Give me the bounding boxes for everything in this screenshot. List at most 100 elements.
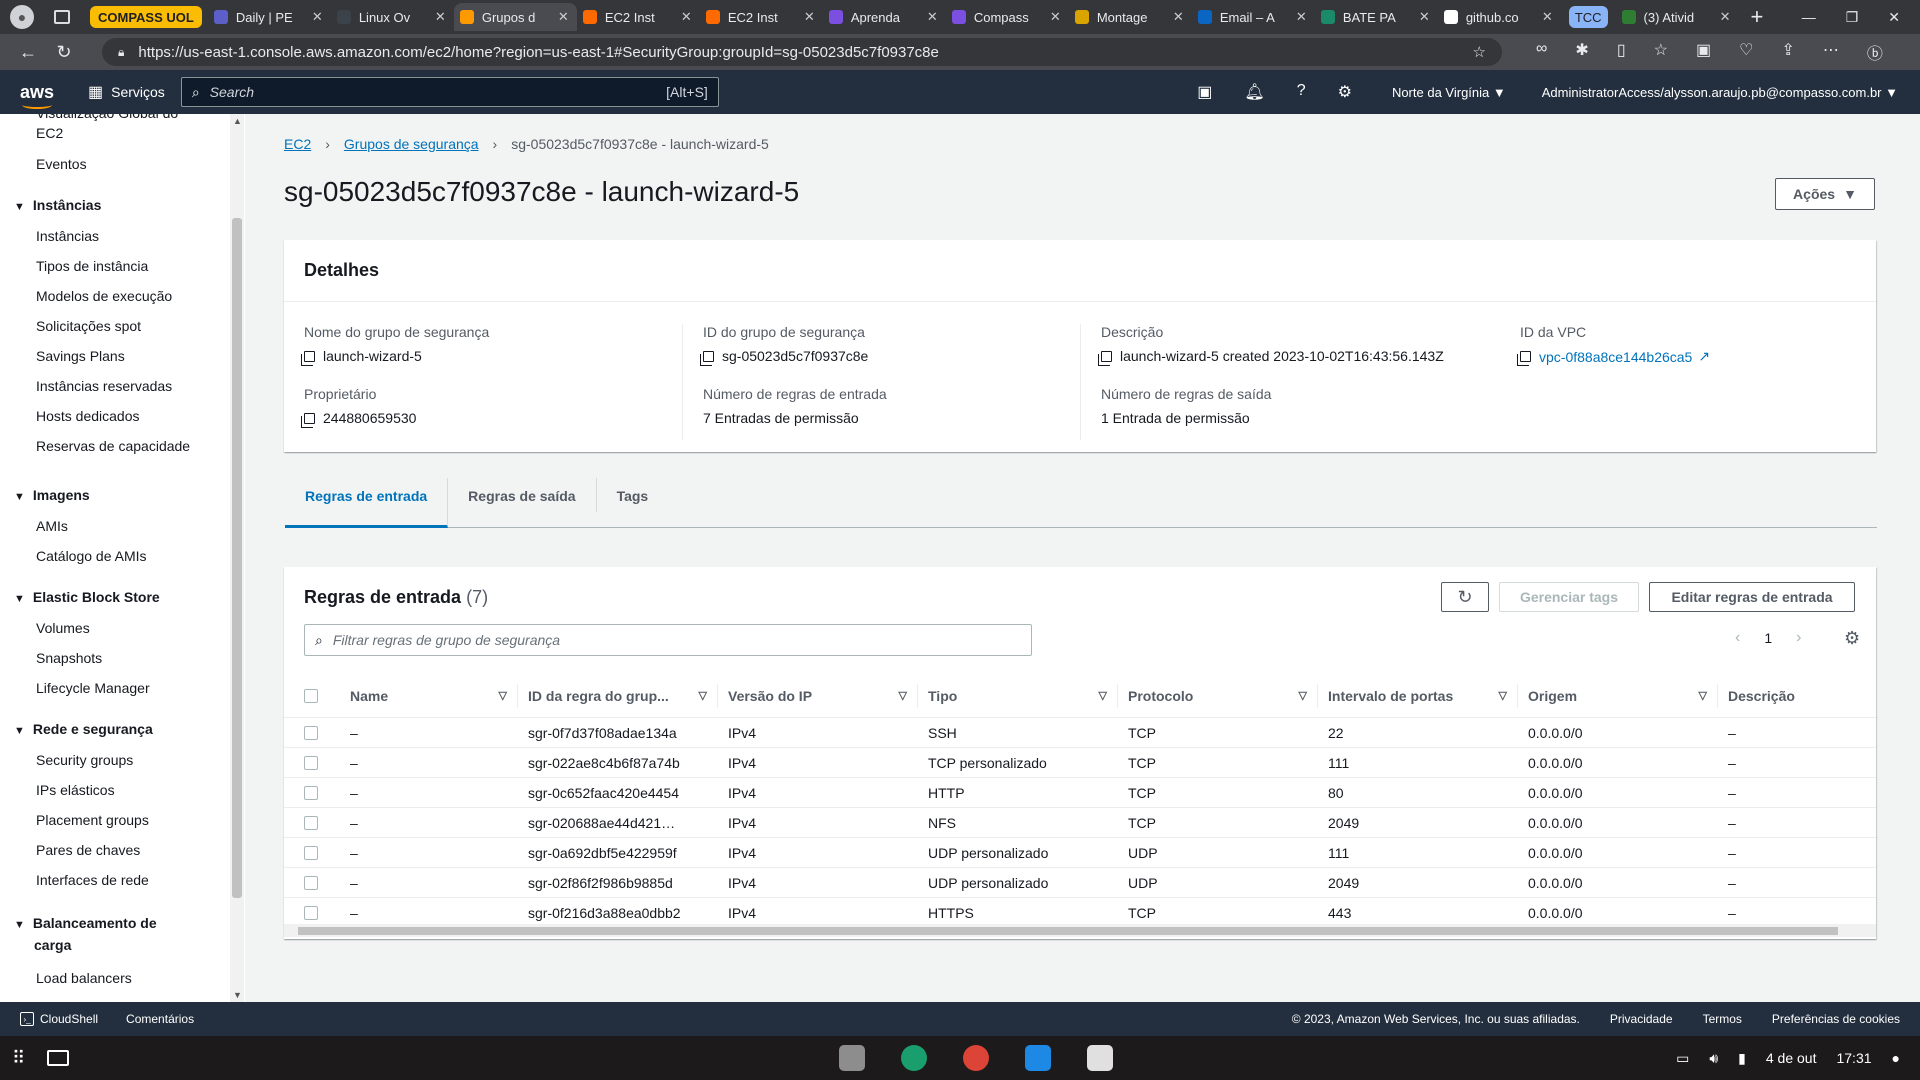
table-horizontal-scrollbar[interactable] — [284, 924, 1876, 937]
browser-tab[interactable]: (3) Ativid ✕ — [1616, 3, 1739, 31]
volume-icon[interactable]: 🔊︎ — [1709, 1050, 1718, 1067]
tab-close-icon[interactable]: ✕ — [1173, 9, 1184, 25]
sidebar-item[interactable]: Placement groups — [36, 812, 149, 828]
browser-tab[interactable]: Linux Ov ✕ — [331, 3, 454, 31]
sidebar-item[interactable]: Reservas de capacidade — [36, 438, 190, 454]
browser-tab[interactable]: Email – A ✕ — [1192, 3, 1315, 31]
settings-gear-icon[interactable]: ⚙ — [1338, 82, 1352, 102]
aws-logo[interactable]: aws — [20, 82, 60, 109]
cookie-preferences-link[interactable]: Preferências de cookies — [1772, 1012, 1900, 1026]
row-checkbox[interactable] — [304, 845, 318, 860]
column-header[interactable]: Descrição — [1718, 684, 1876, 708]
sidebar-item[interactable]: carga — [34, 937, 71, 953]
tab-close-icon[interactable]: ✕ — [558, 9, 569, 25]
reload-icon[interactable]: ↻ — [46, 42, 82, 63]
browser-tab[interactable]: BATE PA ✕ — [1315, 3, 1438, 31]
manage-tags-button[interactable]: Gerenciar tags — [1499, 582, 1639, 612]
display-icon[interactable]: ▭ — [1676, 1050, 1689, 1067]
table-row[interactable]: – sgr-022ae8c4b6f87a74b IPv4 TCP personaliz… — [284, 748, 1876, 778]
table-row[interactable]: – sgr-0a692dbf5e422959f IPv4 UDP personaliz… — [284, 838, 1876, 868]
help-icon[interactable]: ? — [1297, 82, 1306, 102]
tab-close-icon[interactable]: ✕ — [804, 9, 815, 25]
browser-tab[interactable]: Montage ✕ — [1069, 3, 1192, 31]
minimize-icon[interactable]: — — [1802, 9, 1816, 26]
tab-close-icon[interactable]: ✕ — [1720, 9, 1731, 25]
edit-inbound-rules-button[interactable]: Editar regras de entrada — [1649, 582, 1855, 612]
tab-outbound-rules[interactable]: Regras de saída — [448, 478, 597, 512]
sort-icon[interactable]: ▽ — [1499, 689, 1507, 702]
copy-icon[interactable] — [1098, 350, 1112, 366]
column-header[interactable]: ID da regra do grup... ▽ — [518, 683, 718, 708]
tab-close-icon[interactable]: ✕ — [927, 9, 938, 25]
tab-close-icon[interactable]: ✕ — [1296, 9, 1307, 25]
sidebar-item[interactable]: Volumes — [36, 620, 90, 636]
copy-icon[interactable] — [301, 412, 315, 428]
extension-icon[interactable]: ∞ — [1536, 40, 1547, 64]
sidebar-item[interactable]: Interfaces de rede — [36, 872, 149, 888]
tab-close-icon[interactable]: ✕ — [1050, 9, 1061, 25]
puzzle-icon[interactable]: ✱ — [1575, 40, 1588, 64]
sidebar-section[interactable]: ▼ Rede e segurança — [14, 721, 153, 737]
row-checkbox[interactable] — [304, 755, 318, 770]
chrome-icon[interactable] — [963, 1045, 990, 1071]
column-header[interactable]: Tipo ▽ — [918, 683, 1118, 708]
sidebar-item[interactable]: Security groups — [36, 752, 133, 768]
sort-icon[interactable]: ▽ — [1699, 689, 1707, 702]
notifications-bell-icon[interactable]: 🔔︎ — [1244, 82, 1264, 102]
sidebar-item[interactable]: Eventos — [36, 156, 87, 172]
sidebar-item[interactable]: Tipos de instância — [36, 258, 148, 274]
row-checkbox[interactable] — [304, 785, 318, 800]
tab-close-icon[interactable]: ✕ — [435, 9, 446, 25]
browser-tab[interactable]: Grupos d ✕ — [453, 3, 577, 31]
more-menu-icon[interactable]: ⋯ — [1823, 40, 1839, 64]
sidebar-item[interactable]: Solicitações spot — [36, 318, 141, 334]
cloudshell-icon[interactable]: ▣ — [1197, 82, 1212, 102]
column-header[interactable]: Name ▽ — [340, 683, 518, 708]
sidebar-item[interactable]: Instâncias reservadas — [36, 378, 172, 394]
scroll-up-icon[interactable]: ▲ — [233, 116, 242, 126]
sidebar-item[interactable]: Snapshots — [36, 650, 102, 666]
scroll-down-icon[interactable]: ▼ — [233, 990, 242, 1000]
column-header[interactable]: Origem ▽ — [1518, 683, 1718, 708]
back-icon[interactable]: ← — [10, 42, 46, 63]
browser-tab[interactable]: EC2 Inst ✕ — [700, 3, 823, 31]
current-page[interactable]: 1 — [1764, 630, 1772, 646]
profile-avatar-icon[interactable]: ● — [10, 5, 34, 29]
actions-button[interactable]: Ações ▼ — [1775, 178, 1875, 210]
split-screen-icon[interactable]: ▯ — [1617, 40, 1626, 64]
url-field[interactable]: 🔒︎ https://us-east-1.console.aws.amazon.… — [102, 38, 1502, 66]
account-menu[interactable]: AdministratorAccess/alysson.araujo.pb@co… — [1542, 85, 1898, 100]
region-selector[interactable]: Norte da Virgínia ▼ — [1392, 85, 1506, 100]
sidebar-item[interactable]: Instâncias — [36, 228, 99, 244]
sidebar-section[interactable]: ▼ Balanceamento de — [14, 915, 157, 931]
browser-tab[interactable]: github.co ✕ — [1438, 3, 1561, 31]
sidebar-item[interactable]: Hosts dedicados — [36, 408, 140, 424]
date-text[interactable]: 4 de out — [1766, 1050, 1817, 1066]
share-icon[interactable]: ⇪ — [1781, 40, 1794, 64]
sidebar-item[interactable]: AMIs — [36, 518, 68, 534]
row-checkbox[interactable] — [304, 875, 318, 890]
tab-close-icon[interactable]: ✕ — [681, 9, 692, 25]
sidebar-item[interactable]: Catálogo de AMIs — [36, 548, 147, 564]
external-link-icon[interactable]: ↗ — [1698, 348, 1710, 365]
table-row[interactable]: – sgr-020688ae44d421… IPv4 NFS TCP 2049 0.0.0.… — [284, 808, 1876, 838]
rules-filter-input[interactable]: ⌕ Filtrar regras de grupo de segurança — [304, 624, 1032, 656]
cloudshell-button[interactable]: ›_ CloudShell — [20, 1012, 98, 1026]
sidebar-scroll-thumb[interactable] — [232, 218, 242, 898]
edge-dev-icon[interactable] — [901, 1045, 928, 1071]
browser-tab[interactable]: Aprenda ✕ — [823, 3, 946, 31]
close-window-icon[interactable]: ✕ — [1888, 9, 1900, 26]
sidebar-item[interactable]: Visualização Global do — [36, 114, 178, 121]
sidebar-item[interactable]: Lifecycle Manager — [36, 680, 150, 696]
refresh-button[interactable]: ↻ — [1441, 582, 1489, 612]
copy-icon[interactable] — [301, 350, 315, 366]
vscode-icon[interactable] — [1025, 1045, 1052, 1071]
breadcrumb-security-groups[interactable]: Grupos de segurança — [344, 136, 479, 152]
tab-actions-icon[interactable] — [54, 10, 70, 24]
table-preferences-gear-icon[interactable]: ⚙ — [1844, 628, 1860, 649]
sidebar-item[interactable]: IPs elásticos — [36, 782, 115, 798]
terms-link[interactable]: Termos — [1703, 1012, 1742, 1026]
sort-icon[interactable]: ▽ — [899, 689, 907, 702]
table-row[interactable]: – sgr-0c652faac420e4454 IPv4 HTTP TCP 80 0.0.0… — [284, 778, 1876, 808]
prev-page-icon[interactable]: ‹ — [1735, 629, 1740, 647]
